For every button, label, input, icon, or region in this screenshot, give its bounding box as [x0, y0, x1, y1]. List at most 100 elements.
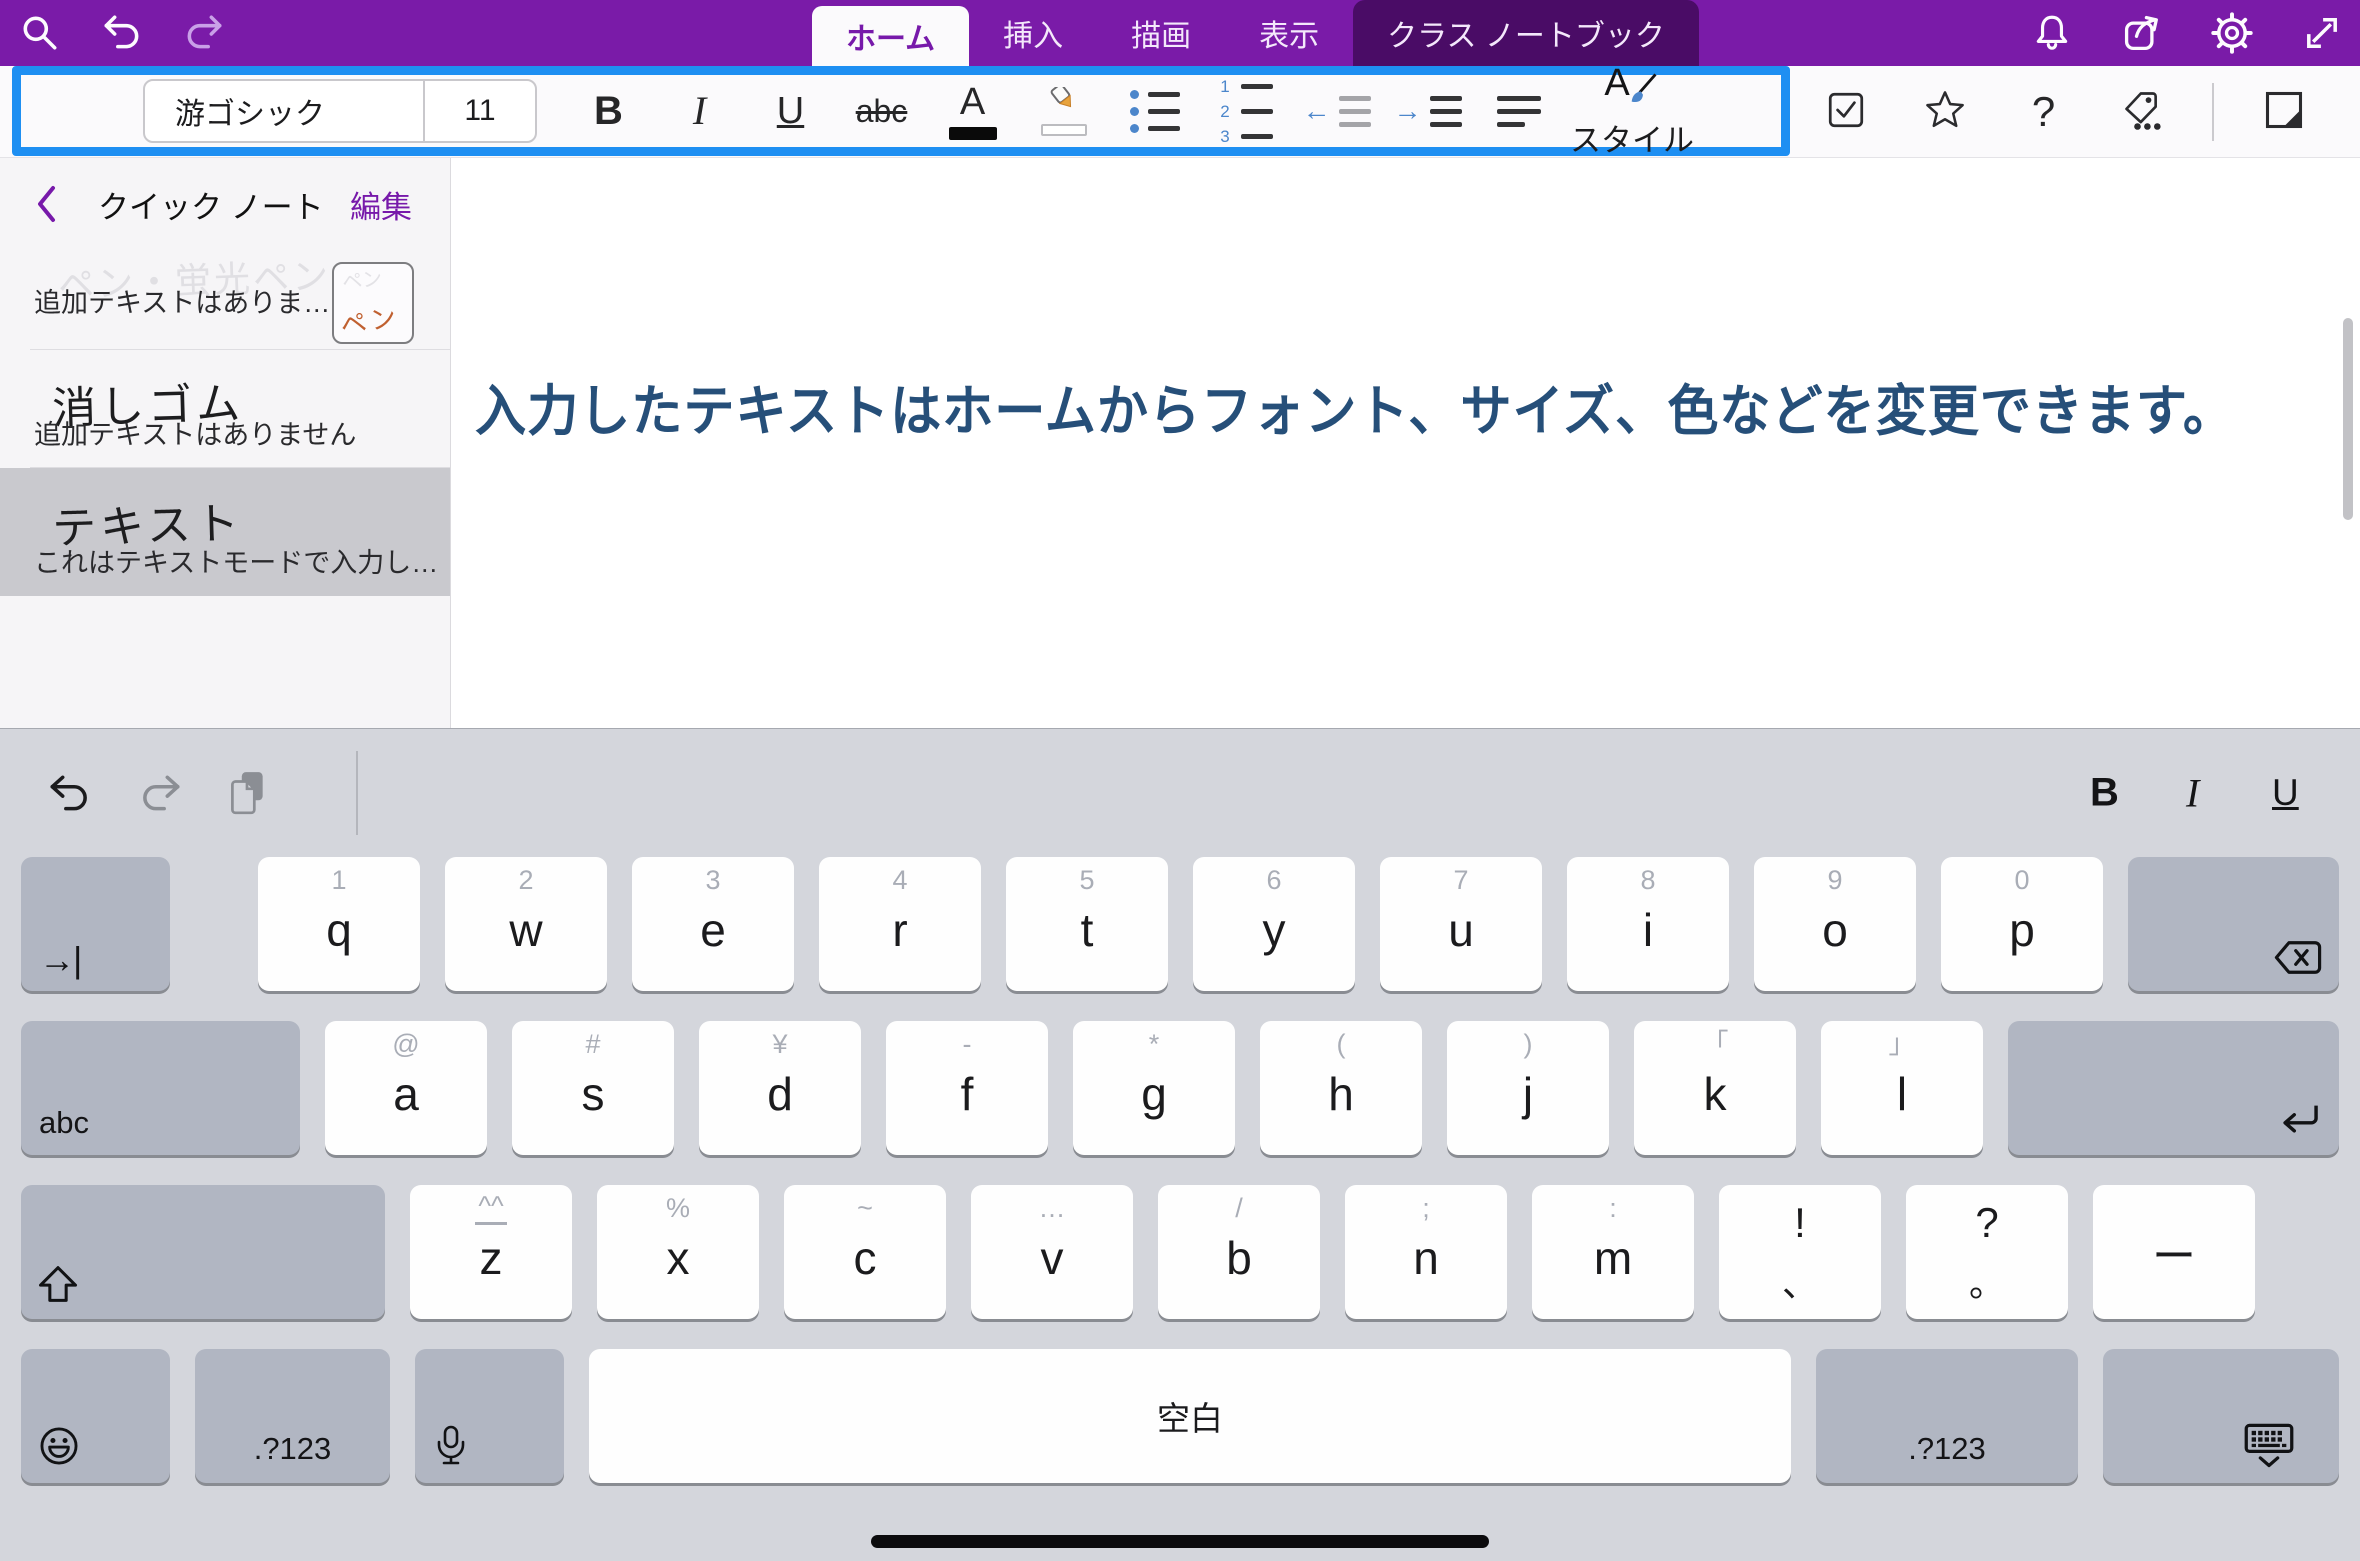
- redo-icon[interactable]: [182, 11, 226, 55]
- long-dash-key[interactable]: ー: [2093, 1185, 2255, 1319]
- kb-bold-button[interactable]: B: [2090, 771, 2119, 816]
- kb-undo-icon[interactable]: [46, 772, 94, 814]
- note-body-text[interactable]: 入力したテキストはホームからフォント、サイズ、色などを変更できます。: [475, 366, 2235, 446]
- numbers-key[interactable]: .?123: [195, 1349, 390, 1483]
- key-p[interactable]: 0p: [1941, 857, 2103, 991]
- backspace-key[interactable]: [2128, 857, 2339, 991]
- page-list-sidebar: クイック ノート 編集 ペン・蛍光ペン追加テキストはありま…ペンペン消しゴム追加…: [0, 158, 450, 728]
- bold-button[interactable]: B: [563, 75, 654, 147]
- key-v[interactable]: …v: [971, 1185, 1133, 1319]
- search-icon[interactable]: [18, 11, 62, 55]
- edit-button[interactable]: 編集: [350, 182, 412, 227]
- key-a[interactable]: @a: [325, 1021, 487, 1155]
- key-e[interactable]: 3e: [632, 857, 794, 991]
- key-o[interactable]: 9o: [1754, 857, 1916, 991]
- home-indicator[interactable]: [871, 1535, 1489, 1548]
- styles-button[interactable]: A スタイル: [1570, 75, 1694, 147]
- exclamation-key[interactable]: !、: [1719, 1185, 1881, 1319]
- dismiss-keyboard-key[interactable]: [2103, 1349, 2339, 1483]
- numbers-key-right[interactable]: .?123: [1816, 1349, 2078, 1483]
- important-tag-button[interactable]: [1899, 76, 1990, 148]
- settings-icon[interactable]: [2210, 11, 2254, 55]
- key-g[interactable]: *g: [1073, 1021, 1235, 1155]
- key-j[interactable]: )j: [1447, 1021, 1609, 1155]
- tab-1[interactable]: ホーム: [812, 6, 969, 66]
- key-n[interactable]: ;n: [1345, 1185, 1507, 1319]
- key-w[interactable]: 2w: [445, 857, 607, 991]
- key-u[interactable]: 7u: [1380, 857, 1542, 991]
- tab-2[interactable]: 挿入: [969, 0, 1097, 66]
- kb-italic-button[interactable]: I: [2186, 770, 2199, 817]
- highlight-button[interactable]: [1018, 75, 1109, 147]
- page-notes-button[interactable]: [2238, 76, 2329, 148]
- numbered-list-button[interactable]: 1 2 3: [1200, 75, 1291, 147]
- key-f[interactable]: -f: [886, 1021, 1048, 1155]
- todo-tag-button[interactable]: [1800, 76, 1891, 148]
- accessory-divider: [356, 751, 358, 835]
- sidebar-header: クイック ノート 編集: [0, 158, 450, 250]
- keyboard-row-1: →| 1q2w3e4r5t6y7u8i9o0p: [0, 857, 2360, 991]
- font-selector[interactable]: 游ゴシック 11: [143, 79, 537, 143]
- tab-5[interactable]: クラス ノートブック: [1353, 0, 1699, 66]
- styles-icon: A: [1604, 62, 1659, 105]
- fullscreen-icon[interactable]: [2300, 11, 2344, 55]
- alignment-button[interactable]: [1473, 75, 1564, 147]
- page-list-item[interactable]: 消しゴム追加テキストはありません: [0, 350, 450, 468]
- key-k[interactable]: 「k: [1634, 1021, 1796, 1155]
- back-button[interactable]: [34, 182, 70, 226]
- dictation-key[interactable]: [415, 1349, 564, 1483]
- shift-key[interactable]: [21, 1185, 385, 1319]
- page-list-item[interactable]: ペン・蛍光ペン追加テキストはありま…ペンペン: [0, 250, 450, 350]
- key-m[interactable]: :m: [1532, 1185, 1694, 1319]
- keyboard-row-2: abc@a#s¥d-f*g(h)j「k」l: [0, 1021, 2360, 1155]
- font-color-button[interactable]: A: [927, 75, 1018, 147]
- key-r[interactable]: 4r: [819, 857, 981, 991]
- vertical-scrollbar[interactable]: [2343, 318, 2353, 520]
- tab-3[interactable]: 描画: [1097, 0, 1225, 66]
- strikethrough-button[interactable]: abc: [836, 75, 927, 147]
- abc-mode-key[interactable]: abc: [21, 1021, 300, 1155]
- mic-icon: [431, 1424, 471, 1473]
- share-icon[interactable]: [2120, 11, 2164, 55]
- note-canvas[interactable]: 入力したテキストはホームからフォント、サイズ、色などを変更できます。: [451, 158, 2360, 728]
- kb-redo-icon[interactable]: [136, 772, 184, 814]
- notebook-section-title: クイック ノート: [98, 182, 324, 227]
- indent-icon: →: [1394, 96, 1462, 127]
- key-l[interactable]: 」l: [1821, 1021, 1983, 1155]
- page-list-item[interactable]: テキストこれはテキストモードで入力し…: [0, 468, 450, 596]
- highlighter-icon: [1042, 87, 1086, 122]
- font-size-value[interactable]: 11: [423, 81, 535, 141]
- key-i[interactable]: 8i: [1567, 857, 1729, 991]
- key-y[interactable]: 6y: [1193, 857, 1355, 991]
- bullet-list-button[interactable]: [1109, 75, 1200, 147]
- content-area: クイック ノート 編集 ペン・蛍光ペン追加テキストはありま…ペンペン消しゴム追加…: [0, 158, 2360, 728]
- key-x[interactable]: %x: [597, 1185, 759, 1319]
- key-h[interactable]: (h: [1260, 1021, 1422, 1155]
- key-b[interactable]: /b: [1158, 1185, 1320, 1319]
- kb-paste-icon[interactable]: [226, 769, 268, 817]
- outdent-button[interactable]: ←: [1291, 75, 1382, 147]
- undo-icon[interactable]: [100, 11, 144, 55]
- key-t[interactable]: 5t: [1006, 857, 1168, 991]
- space-key[interactable]: 空白: [589, 1349, 1791, 1483]
- question-key[interactable]: ?。: [1906, 1185, 2068, 1319]
- underline-button[interactable]: U: [745, 75, 836, 147]
- key-z[interactable]: ^^z: [410, 1185, 572, 1319]
- key-c[interactable]: ~c: [784, 1185, 946, 1319]
- font-name-value[interactable]: 游ゴシック: [145, 81, 423, 141]
- key-s[interactable]: #s: [512, 1021, 674, 1155]
- question-tag-button[interactable]: ?: [1998, 76, 2089, 148]
- tab-4[interactable]: 表示: [1225, 0, 1353, 66]
- page-subtitle: 追加テキストはありま…: [34, 281, 330, 320]
- kb-underline-button[interactable]: U: [2272, 772, 2299, 814]
- key-q[interactable]: 1q: [258, 857, 420, 991]
- indent-button[interactable]: →: [1382, 75, 1473, 147]
- emoji-key[interactable]: [21, 1349, 170, 1483]
- keyboard-row-4: .?123空白.?123: [0, 1349, 2360, 1483]
- notifications-icon[interactable]: [2030, 11, 2074, 55]
- more-tags-button[interactable]: [2097, 76, 2188, 148]
- italic-button[interactable]: I: [654, 75, 745, 147]
- tab-key[interactable]: →|: [21, 857, 170, 991]
- key-d[interactable]: ¥d: [699, 1021, 861, 1155]
- return-key[interactable]: [2008, 1021, 2339, 1155]
